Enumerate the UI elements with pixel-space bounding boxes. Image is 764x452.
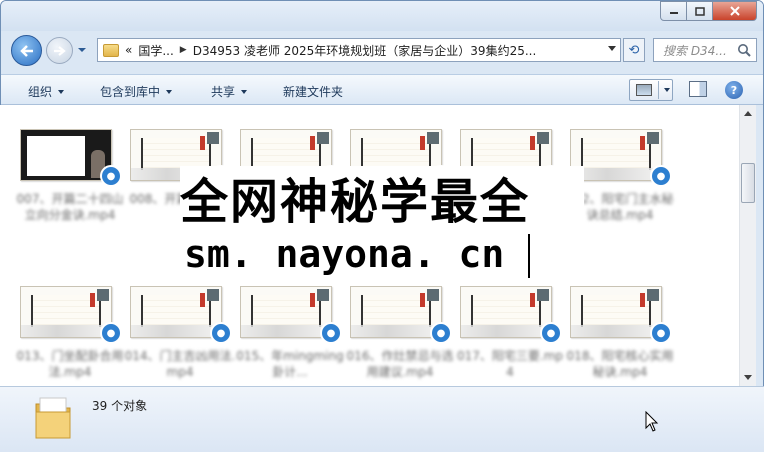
breadcrumb-item-guoxue[interactable]: 国学... xyxy=(138,42,173,59)
include-in-library-menu[interactable]: 包含到库中 xyxy=(100,83,173,100)
item-count: 39 个对象 xyxy=(92,399,148,413)
vertical-scrollbar[interactable] xyxy=(739,105,756,386)
watermark-url: sm. nayona. cn xyxy=(184,232,505,276)
watermark-title: 全网神秘学最全 xyxy=(180,174,531,230)
back-button[interactable] xyxy=(11,35,42,66)
address-bar[interactable]: « 国学... ▶ D34953 凌老师 2025年环境规划班（家居与企业）39… xyxy=(97,38,621,62)
include-library-label: 包含到库中 xyxy=(100,85,161,99)
video-player-icon: ● xyxy=(100,165,122,187)
video-player-icon: ● xyxy=(650,165,672,187)
folder-icon xyxy=(103,43,119,57)
search-icon[interactable] xyxy=(737,43,751,57)
video-player-icon: ● xyxy=(210,322,232,344)
mouse-cursor-icon xyxy=(645,411,659,432)
video-player-icon: ● xyxy=(320,322,342,344)
share-label: 共享 xyxy=(211,85,236,99)
scroll-up-icon[interactable] xyxy=(744,111,752,116)
breadcrumb-overflow[interactable]: « xyxy=(125,43,132,57)
new-folder-label: 新建文件夹 xyxy=(283,85,344,99)
search-input[interactable]: 搜索 D34... xyxy=(654,42,732,59)
minimize-icon xyxy=(669,12,678,14)
recent-pages-dropdown[interactable] xyxy=(77,45,87,55)
breadcrumb-separator-icon[interactable]: ▶ xyxy=(180,45,187,55)
caption-buttons xyxy=(660,1,757,22)
minimize-button[interactable] xyxy=(660,1,687,21)
refresh-icon: ⟲ xyxy=(628,42,640,58)
forward-button[interactable] xyxy=(46,37,73,64)
video-thumbnail xyxy=(570,286,662,338)
command-bar: 组织 包含到库中 共享 新建文件夹 ? xyxy=(1,74,763,105)
share-menu[interactable]: 共享 xyxy=(211,83,248,100)
address-dropdown-icon[interactable] xyxy=(608,46,616,51)
text-cursor xyxy=(528,234,530,278)
video-player-icon: ● xyxy=(430,322,452,344)
search-box[interactable]: 搜索 D34... xyxy=(653,38,757,62)
new-folder-button[interactable]: 新建文件夹 xyxy=(283,83,343,100)
file-name: 016、作灶禁忌与选用建议.mp4 xyxy=(346,349,454,379)
chevron-down-icon xyxy=(166,89,173,94)
file-name: 017、阳宅三要.mp4 xyxy=(456,349,564,379)
help-icon: ? xyxy=(730,83,738,97)
video-thumbnail xyxy=(350,286,442,338)
video-thumbnail xyxy=(20,286,112,338)
maximize-icon xyxy=(694,6,705,16)
title-bar[interactable] xyxy=(1,1,763,31)
folder-icon xyxy=(35,397,71,439)
video-thumbnail xyxy=(240,286,332,338)
file-name: 018、阳宅核心实用秘诀.mp4 xyxy=(566,349,674,379)
file-name: 014、门主吉凶用法.mp4 xyxy=(124,349,236,379)
chevron-down-icon[interactable] xyxy=(664,88,670,92)
organize-menu[interactable]: 组织 xyxy=(28,83,65,100)
video-thumbnail xyxy=(460,286,552,338)
breadcrumb-item-current[interactable]: D34953 凌老师 2025年环境规划班（家居与企业）39集约25... xyxy=(193,42,537,59)
back-arrow-icon xyxy=(19,44,33,57)
file-name: 007、开篇二十四山立向分金诀.mp4 xyxy=(16,192,124,222)
scrollbar-thumb[interactable] xyxy=(741,163,755,203)
view-icon xyxy=(636,84,652,96)
file-name: 015、年mingming卦计... xyxy=(236,349,344,379)
chevron-down-icon xyxy=(58,89,65,94)
help-button[interactable]: ? xyxy=(725,81,743,99)
file-name: 013、门坐配卦合用法.mp4 xyxy=(16,349,124,379)
organize-label: 组织 xyxy=(28,85,53,99)
video-thumbnail xyxy=(130,286,222,338)
scroll-down-icon[interactable] xyxy=(744,375,752,380)
maximize-button[interactable] xyxy=(687,1,713,21)
video-player-icon: ● xyxy=(650,322,672,344)
chevron-down-icon xyxy=(241,89,248,94)
change-view-button[interactable] xyxy=(629,79,673,101)
close-button[interactable] xyxy=(713,1,757,21)
video-player-icon: ● xyxy=(540,322,562,344)
close-icon xyxy=(729,6,740,16)
video-thumbnail xyxy=(20,129,112,181)
navigation-row: « 国学... ▶ D34953 凌老师 2025年环境规划班（家居与企业）39… xyxy=(1,33,763,69)
refresh-button[interactable]: ⟲ xyxy=(623,38,645,62)
forward-arrow-icon xyxy=(53,45,66,56)
video-player-icon: ● xyxy=(100,322,122,344)
watermark-overlay: 全网神秘学最全 sm. nayona. cn xyxy=(180,166,584,282)
preview-pane-button[interactable] xyxy=(689,81,707,97)
view-button-divider xyxy=(658,81,659,99)
